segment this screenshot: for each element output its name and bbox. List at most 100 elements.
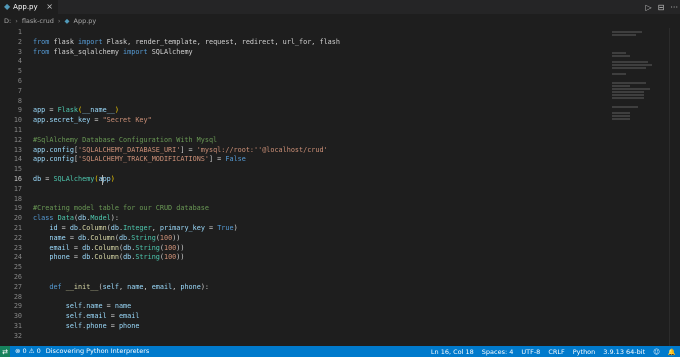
line-number: 24 (13, 253, 22, 262)
code-line[interactable] (33, 97, 603, 107)
line-number: 17 (13, 184, 22, 193)
code-token: )) (172, 233, 181, 242)
code-line[interactable] (33, 57, 603, 67)
code-line[interactable]: #Creating model table for our CRUD datab… (33, 204, 603, 214)
code-line[interactable] (33, 195, 603, 205)
code-line[interactable]: app.config['SQLALCHEMY_DATABASE_URI'] = … (33, 146, 603, 156)
code-token: String (135, 243, 160, 252)
code-token: email (49, 243, 70, 252)
minimap-line (612, 67, 646, 69)
code-line[interactable]: from flask_sqlalchemy import SQLAlchemy (33, 48, 603, 58)
line-number: 19 (13, 204, 22, 213)
code-editor[interactable]: 1 2 3 4 5 6 7 8 9 10 11 12 13 14 15 16 17 18 19 20 21 22 23 24 2… (0, 28, 680, 346)
code-line[interactable]: name = db.Column(db.String(100)) (33, 234, 603, 244)
breadcrumb-drive[interactable]: D: (4, 17, 11, 25)
code-line[interactable]: app = Flask(__name__) (33, 106, 603, 116)
minimap-line (612, 94, 644, 96)
code-line[interactable]: from flask import Flask, render_template… (33, 38, 603, 48)
code-line[interactable] (33, 273, 603, 283)
code-line[interactable]: def __init__(self, name, email, phone): (33, 283, 603, 293)
python-interpreter[interactable]: 3.9.13 64-bit (603, 348, 645, 356)
code-line[interactable] (33, 185, 603, 195)
code-line[interactable]: email = db.Column(db.String(100)) (33, 244, 603, 254)
editor-actions: ▷ ⊟ ··· (646, 0, 679, 14)
text-cursor (102, 175, 103, 185)
minimap-line (612, 118, 630, 120)
code-token: SQLAlchemy (53, 174, 95, 183)
run-icon[interactable]: ▷ (646, 3, 652, 12)
code-token: ) (114, 106, 119, 115)
code-line[interactable] (33, 165, 603, 175)
more-actions-icon[interactable]: ··· (670, 3, 678, 12)
line-number: 20 (13, 214, 22, 223)
chevron-right-icon: › (15, 17, 18, 25)
line-number: 2 (17, 37, 22, 46)
code-area[interactable]: from flask import Flask, render_template… (33, 28, 603, 346)
code-line[interactable] (33, 87, 603, 97)
code-line[interactable] (33, 77, 603, 87)
feedback-icon[interactable]: ☺ (653, 348, 660, 356)
tab-app-py[interactable]: ◆ App.py × (0, 0, 58, 14)
indentation[interactable]: Spaces: 4 (482, 348, 514, 356)
minimap-line (612, 73, 626, 75)
minimap-line (612, 115, 630, 117)
code-token: db (78, 233, 87, 242)
vertical-scrollbar[interactable] (669, 28, 680, 346)
problems-indicator[interactable]: ⊗ 0 ⚠ 0 (15, 346, 41, 357)
code-line[interactable]: id = db.Column(db.Integer, primary_key =… (33, 224, 603, 234)
status-message: Discovering Python Interpreters (45, 347, 150, 355)
status-bar: ⇄ ⊗ 0 ⚠ 0 Discovering Python Interpreter… (0, 346, 680, 357)
code-line[interactable] (33, 263, 603, 273)
code-token: = (57, 223, 70, 232)
code-token: app (33, 155, 46, 164)
cursor-position[interactable]: Ln 16, Col 18 (431, 348, 474, 356)
code-line[interactable]: self.email = email (33, 312, 603, 322)
code-token: )) (176, 253, 185, 262)
code-line[interactable] (33, 126, 603, 136)
code-line[interactable]: phone = db.Column(db.String(100)) (33, 253, 603, 263)
code-token: True (217, 223, 234, 232)
code-line[interactable] (33, 28, 603, 38)
code-token: Flask (57, 106, 79, 115)
line-number-gutter: 1 2 3 4 5 6 7 8 9 10 11 12 13 14 15 16 17 18 19 20 21 22 23 24 2… (0, 28, 26, 346)
code-token: name (127, 282, 144, 291)
minimap[interactable] (612, 28, 664, 120)
code-token: = (102, 302, 115, 311)
line-number: 11 (13, 125, 22, 134)
code-line[interactable]: class Data(db.Model): (33, 214, 603, 224)
code-line[interactable]: db = SQLAlchemy(app) (33, 175, 603, 185)
code-token: app (98, 174, 111, 183)
minimap-line (612, 91, 644, 93)
code-line[interactable]: self.name = name (33, 302, 603, 312)
code-line[interactable] (33, 67, 603, 77)
line-number: 21 (13, 223, 22, 232)
code-line[interactable] (33, 293, 603, 303)
line-ending[interactable]: CRLF (548, 348, 564, 356)
code-line[interactable]: app.secret_key = "Secret Key" (33, 116, 603, 126)
code-line[interactable] (33, 332, 603, 342)
code-token: self (65, 312, 83, 321)
split-editor-icon[interactable]: ⊟ (658, 3, 665, 12)
code-token: Column (82, 223, 107, 232)
code-line[interactable]: #SqlAlchemy Database Configuration With … (33, 136, 603, 146)
code-line[interactable]: self.phone = phone (33, 322, 603, 332)
code-token: phone (180, 282, 201, 291)
code-token: SQLAlchemy (147, 47, 193, 56)
breadcrumb-file[interactable]: App.py (74, 17, 97, 25)
code-token: = (69, 243, 83, 252)
line-number: 26 (13, 272, 22, 281)
minimap-line (612, 88, 650, 90)
code-token: = (45, 106, 58, 115)
close-icon[interactable]: × (46, 0, 53, 14)
minimap-line (612, 34, 636, 36)
bell-icon[interactable]: 🔔 (668, 348, 676, 356)
code-line[interactable]: app.config['SQLALCHEMY_TRACK_MODIFICATIO… (33, 155, 603, 165)
remote-indicator-icon[interactable]: ⇄ (0, 346, 10, 357)
code-token: , (143, 282, 152, 291)
line-number: 4 (17, 57, 22, 66)
breadcrumb-folder[interactable]: flask-crud (22, 17, 54, 25)
language-mode[interactable]: Python (573, 348, 596, 356)
line-number: 30 (13, 312, 22, 321)
encoding[interactable]: UTF-8 (521, 348, 540, 356)
code-token: False (225, 155, 246, 164)
